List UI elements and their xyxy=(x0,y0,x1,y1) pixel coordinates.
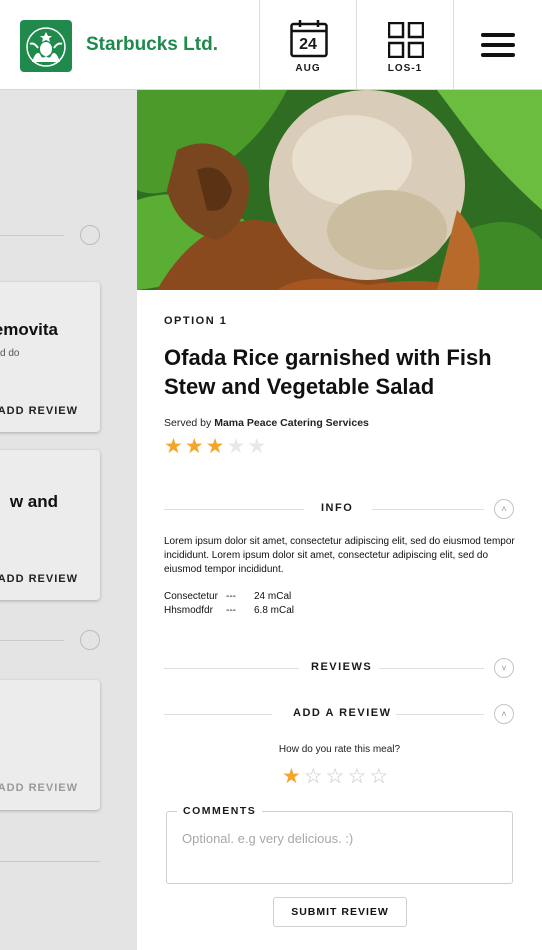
meal-card-title: emovita xyxy=(0,320,58,339)
meal-card[interactable]: w and ADD REVIEW xyxy=(0,450,100,600)
location-label: LOS-1 xyxy=(387,63,423,74)
brand-name: Starbucks Ltd. xyxy=(86,34,218,55)
location-selector[interactable]: LOS-1 xyxy=(356,0,453,90)
meal-option-label: OPTION 1 xyxy=(164,315,228,327)
info-section-header[interactable]: INFO ˄ xyxy=(164,499,514,519)
starbucks-logo[interactable] xyxy=(20,20,72,72)
star-icon[interactable]: ☆ xyxy=(369,766,388,788)
menu-button[interactable] xyxy=(453,0,542,90)
nutrition-row: Hhsmodfdr --- 6.8 mCal xyxy=(164,605,295,616)
chevron-up-icon[interactable] xyxy=(80,225,100,245)
reviews-section-header[interactable]: REVIEWS ˅ xyxy=(164,658,514,678)
meal-card-subtitle: d do xyxy=(0,348,20,359)
star-icon: ★ xyxy=(247,435,267,458)
submit-review-button[interactable]: SUBMIT REVIEW xyxy=(273,897,407,927)
meal-card-title: w and xyxy=(9,492,58,511)
add-review-section-header[interactable]: ADD A REVIEW ˄ xyxy=(164,704,514,724)
section-divider xyxy=(0,640,64,641)
star-icon[interactable]: ☆ xyxy=(326,766,345,788)
star-icon: ★ xyxy=(226,435,246,458)
meal-card[interactable]: emovita d do ADD REVIEW xyxy=(0,282,100,432)
star-icon: ★ xyxy=(184,435,204,458)
calendar-day: 24 xyxy=(299,36,317,53)
section-divider xyxy=(0,235,64,236)
chevron-up-icon[interactable] xyxy=(80,630,100,650)
nutrition-name: Consectetur xyxy=(164,591,218,602)
menu-icon xyxy=(481,33,515,37)
meal-detail-panel: OPTION 1 Ofada Rice garnished with Fish … xyxy=(137,90,542,950)
nutrition-name: Hhsmodfdr xyxy=(164,605,213,616)
served-by: Served by Mama Peace Catering Services xyxy=(164,417,369,429)
served-by-prefix: Served by xyxy=(164,417,215,429)
meal-title: Ofada Rice garnished with Fish Stew and … xyxy=(164,345,492,399)
add-review-link[interactable]: ADD REVIEW xyxy=(0,573,78,585)
info-label: INFO xyxy=(321,502,354,514)
reviews-label: REVIEWS xyxy=(311,661,373,673)
rating-question: How do you rate this meal? xyxy=(278,744,401,755)
comments-field[interactable]: COMMENTS xyxy=(166,805,513,884)
chevron-up-icon[interactable]: ˄ xyxy=(494,704,514,724)
star-icon[interactable]: ☆ xyxy=(347,766,366,788)
star-icon[interactable]: ★ xyxy=(282,766,301,788)
chevron-down-icon[interactable]: ˅ xyxy=(494,658,514,678)
calendar-month: AUG xyxy=(295,63,321,74)
chevron-up-icon[interactable]: ˄ xyxy=(494,499,514,519)
background-meal-list: emovita d do ADD REVIEW w and ADD REVIEW… xyxy=(0,90,137,950)
star-icon: ★ xyxy=(205,435,225,458)
add-review-link[interactable]: ADD REVIEW xyxy=(0,782,78,794)
meal-photo xyxy=(137,90,542,290)
app-header: Starbucks Ltd. 24 AUG LOS-1 xyxy=(0,0,542,90)
date-selector[interactable]: 24 AUG xyxy=(259,0,356,90)
add-review-label: ADD A REVIEW xyxy=(293,707,392,719)
nutrition-value: 24 mCal xyxy=(254,591,292,602)
meal-card[interactable]: ADD REVIEW xyxy=(0,680,100,810)
add-review-link[interactable]: ADD REVIEW xyxy=(0,405,78,417)
nutrition-value: 6.8 mCal xyxy=(254,605,295,616)
star-icon[interactable]: ☆ xyxy=(304,766,323,788)
star-icon: ★ xyxy=(164,435,183,458)
comments-input[interactable] xyxy=(167,812,512,883)
grid-icon xyxy=(388,22,424,58)
section-divider xyxy=(0,861,100,862)
rating-input[interactable]: ★ ☆ ☆ ☆ ☆ xyxy=(282,766,391,788)
nutrition-row: Consectetur --- 24 mCal xyxy=(164,591,292,602)
meal-rating: ★★★★★ xyxy=(164,436,268,458)
info-description: Lorem ipsum dolor sit amet, consectetur … xyxy=(164,536,515,575)
caterer-name[interactable]: Mama Peace Catering Services xyxy=(214,417,369,429)
